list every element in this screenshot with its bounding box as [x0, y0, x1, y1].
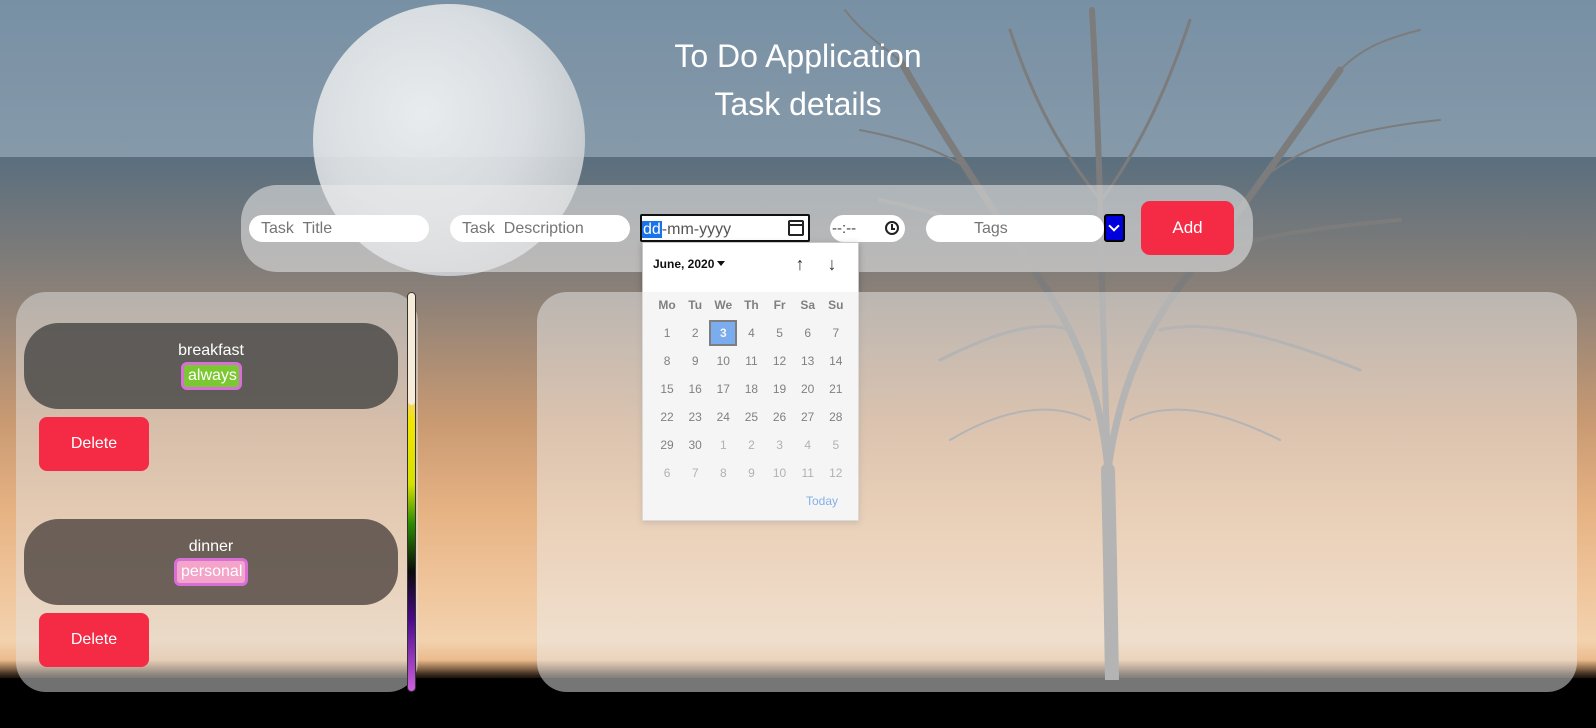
time-value: --:--: [832, 220, 857, 237]
task-details-panel: [537, 292, 1577, 692]
date-day-segment[interactable]: dd: [642, 221, 662, 238]
previous-month-button[interactable]: ↑: [791, 255, 809, 273]
calendar-icon[interactable]: [788, 220, 804, 236]
caret-down-icon: [717, 261, 726, 266]
month-selector[interactable]: June, 2020: [653, 257, 726, 271]
task-description-input[interactable]: [450, 215, 630, 242]
tags-dropdown-button[interactable]: [1104, 214, 1125, 242]
add-button[interactable]: Add: [1141, 201, 1234, 255]
month-label: June, 2020: [653, 257, 715, 271]
time-input[interactable]: --:--: [830, 215, 905, 242]
scrollbar-thumb[interactable]: [408, 293, 415, 405]
delete-button[interactable]: Delete: [39, 417, 149, 471]
tags-input[interactable]: [926, 215, 1104, 242]
clock-icon[interactable]: [885, 221, 899, 235]
app-title: To Do Application: [674, 38, 922, 74]
date-input[interactable]: dd-mm-yyyy: [640, 214, 810, 242]
delete-button[interactable]: Delete: [39, 613, 149, 667]
task-name: breakfast: [178, 342, 244, 359]
date-rest-segment[interactable]: -mm-yyyy: [662, 221, 731, 238]
section-title: Task details: [714, 86, 882, 122]
next-month-button[interactable]: ↓: [823, 255, 841, 273]
task-card[interactable]: dinner personal: [24, 519, 398, 605]
task-tag-badge: personal: [174, 558, 248, 586]
task-title-input[interactable]: [249, 215, 429, 242]
chevron-down-icon: [1108, 220, 1120, 232]
task-card[interactable]: breakfast always: [24, 323, 398, 409]
task-name: dinner: [188, 538, 234, 555]
task-list-scrollbar[interactable]: [407, 292, 416, 692]
task-tag-badge: always: [181, 362, 242, 390]
